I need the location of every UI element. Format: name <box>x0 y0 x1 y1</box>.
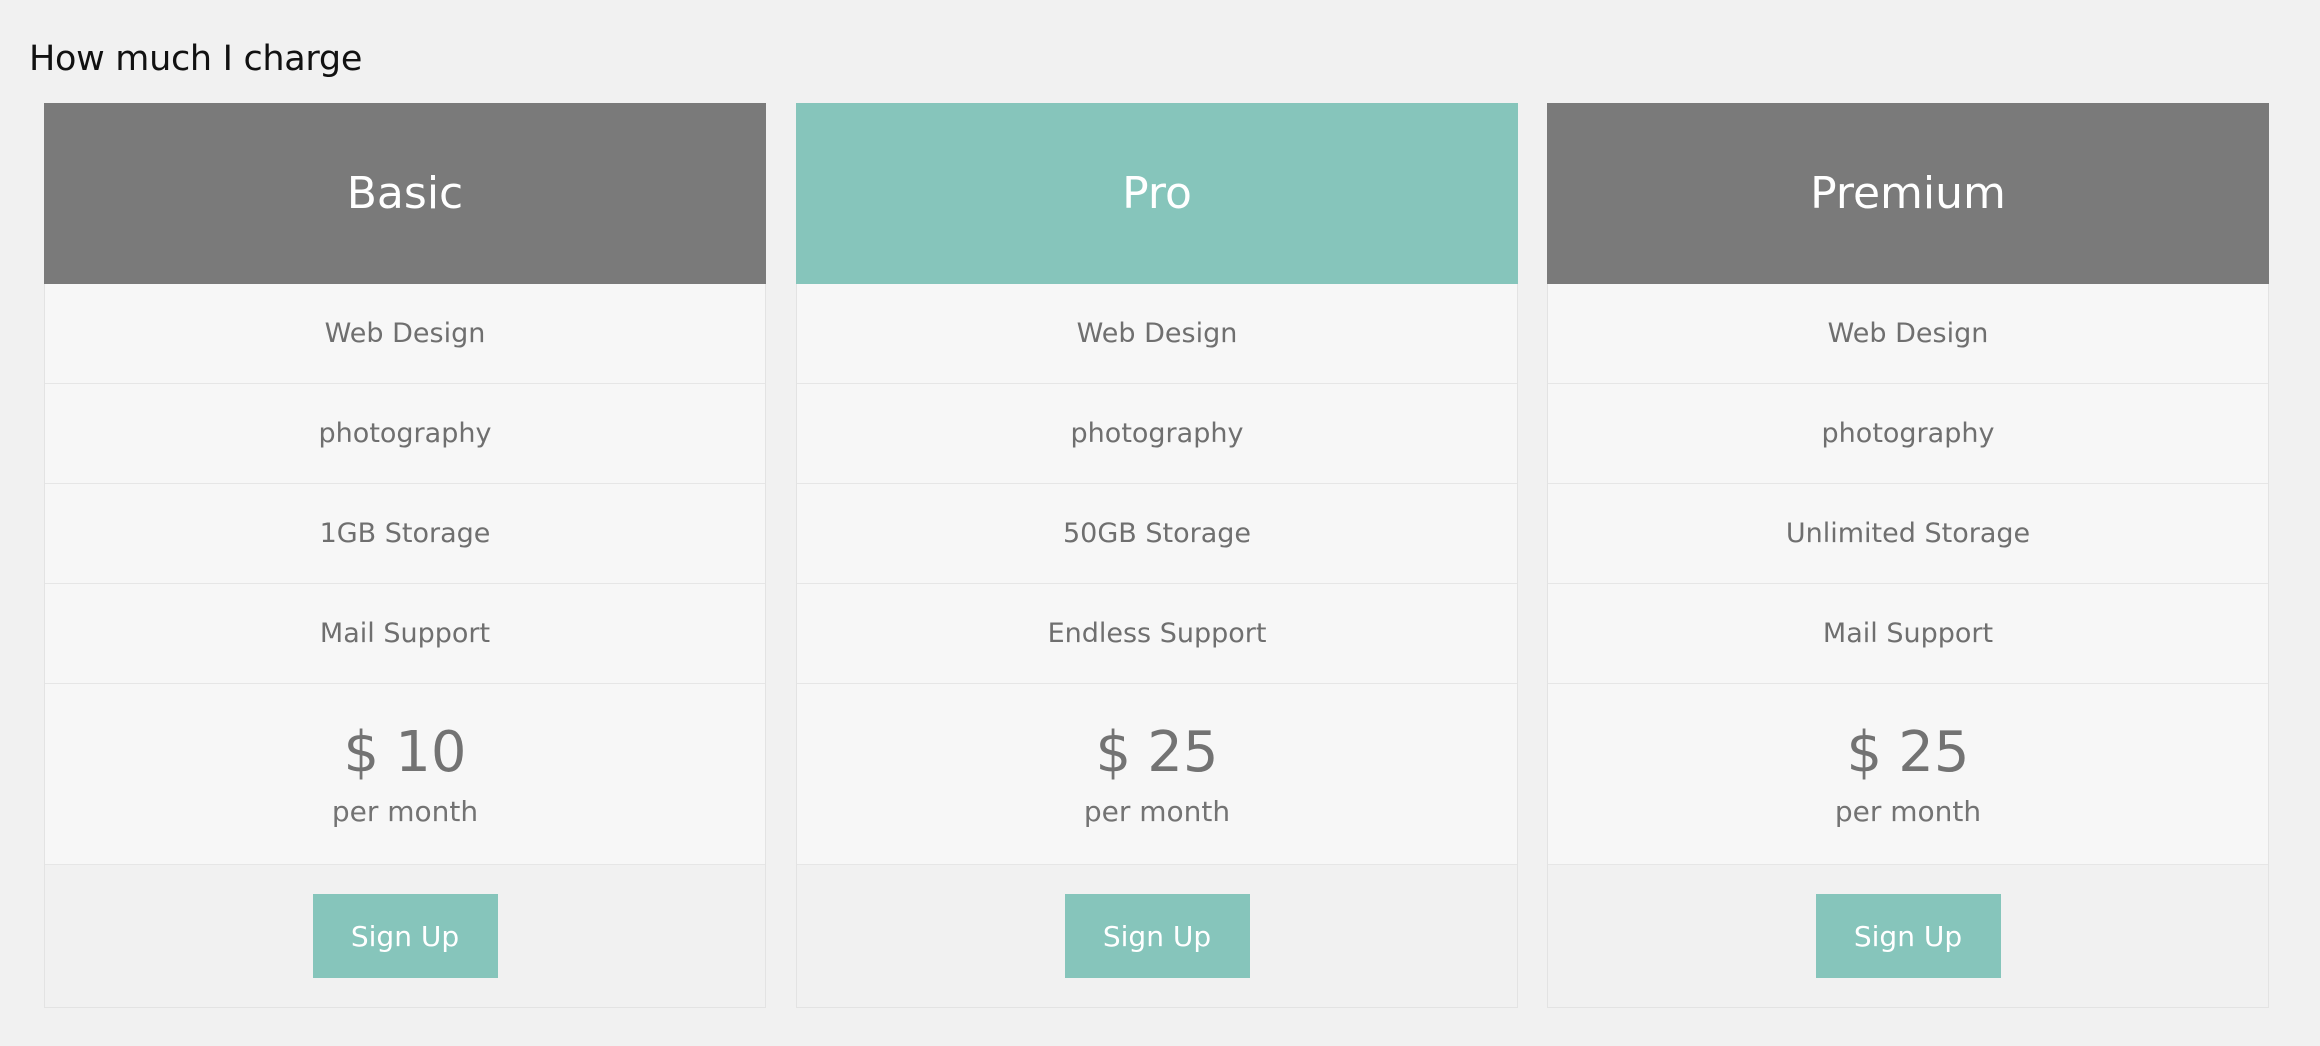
plan-name: Premium <box>1810 168 2006 219</box>
feature-item: Unlimited Storage <box>1548 484 2268 584</box>
plan-name: Pro <box>1122 168 1192 219</box>
price-period: per month <box>1083 794 1231 828</box>
feature-item: photography <box>1548 384 2268 484</box>
feature-item: Mail Support <box>45 584 765 684</box>
sign-up-button-basic[interactable]: Sign Up <box>312 894 498 978</box>
feature-item: Web Design <box>45 284 765 384</box>
signup-row: Sign Up <box>45 865 765 1007</box>
price-block: $ 10 per month <box>45 684 765 865</box>
sign-up-button-premium[interactable]: Sign Up <box>1815 894 2001 978</box>
price-amount: 10 <box>395 719 467 785</box>
signup-row: Sign Up <box>797 865 1517 1007</box>
currency-symbol: $ <box>1095 719 1132 785</box>
feature-item: 50GB Storage <box>797 484 1517 584</box>
feature-item: Mail Support <box>1548 584 2268 684</box>
plan-card-premium: Premium Web Design photography Unlimited… <box>1547 103 2269 1008</box>
plan-name: Basic <box>346 168 464 219</box>
signup-row: Sign Up <box>1548 865 2268 1007</box>
feature-item: Web Design <box>1548 284 2268 384</box>
sign-up-button-pro[interactable]: Sign Up <box>1064 894 1250 978</box>
price-period: per month <box>331 794 479 828</box>
feature-item: Endless Support <box>797 584 1517 684</box>
price-amount: 25 <box>1147 719 1219 785</box>
feature-item: 1GB Storage <box>45 484 765 584</box>
price: $ 25 <box>1095 719 1219 785</box>
plan-card-pro: Pro Web Design photography 50GB Storage … <box>796 103 1518 1008</box>
price-amount: 25 <box>1898 719 1970 785</box>
plan-header: Premium <box>1547 103 2269 284</box>
price-period: per month <box>1834 794 1982 828</box>
currency-symbol: $ <box>343 719 380 785</box>
feature-item: photography <box>797 384 1517 484</box>
plan-header: Basic <box>44 103 766 284</box>
currency-symbol: $ <box>1846 719 1883 785</box>
plan-card-basic: Basic Web Design photography 1GB Storage… <box>44 103 766 1008</box>
price: $ 25 <box>1846 719 1970 785</box>
feature-item: Web Design <box>797 284 1517 384</box>
page-title: How much I charge <box>29 39 363 79</box>
price-block: $ 25 per month <box>797 684 1517 865</box>
plan-header: Pro <box>796 103 1518 284</box>
price: $ 10 <box>343 719 467 785</box>
price-block: $ 25 per month <box>1548 684 2268 865</box>
feature-item: photography <box>45 384 765 484</box>
